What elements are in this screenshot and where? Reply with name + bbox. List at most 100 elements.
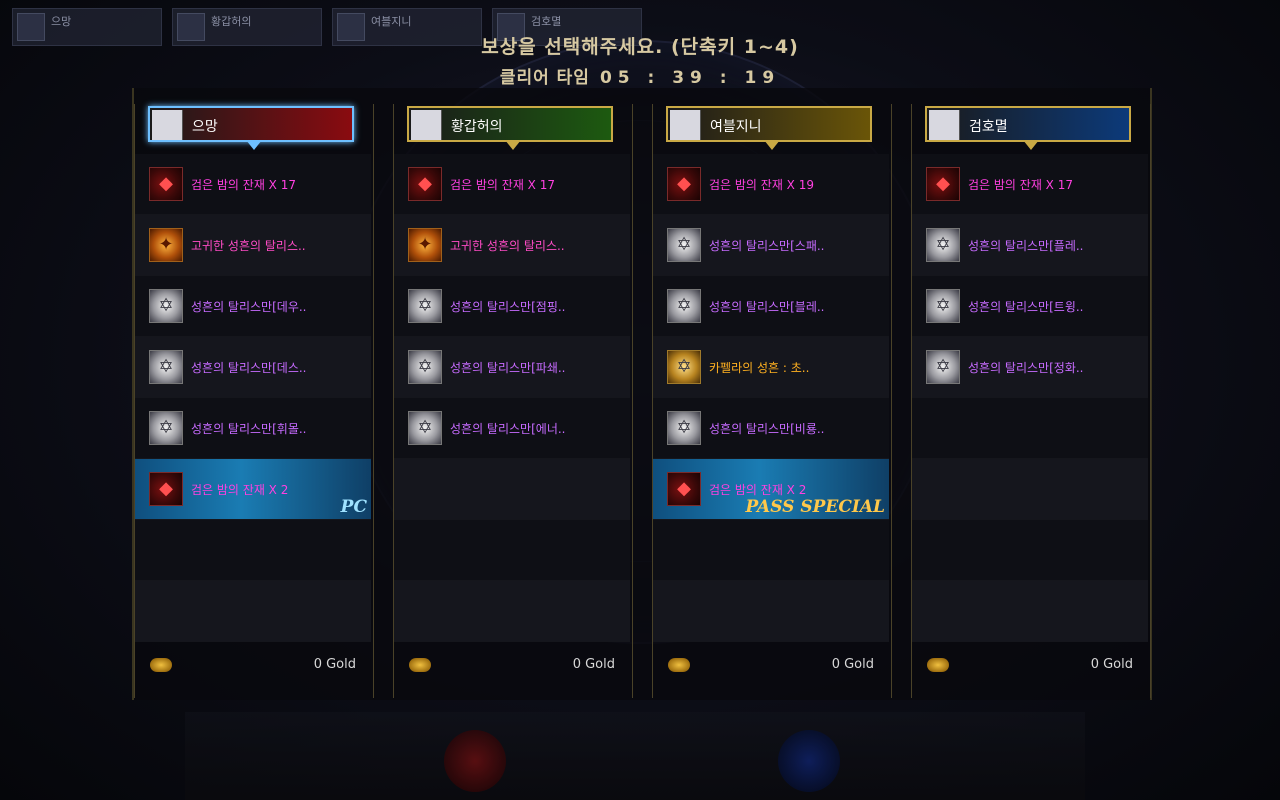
reward-item-name: 성흔의 탈리스만[플레.. bbox=[968, 239, 1084, 253]
ember-icon: ◆ bbox=[667, 167, 701, 201]
name-plate-pointer bbox=[246, 140, 262, 150]
reward-item-name: 성흔의 탈리스만[휘몰.. bbox=[191, 422, 307, 436]
avatar bbox=[152, 110, 183, 140]
star-gold-icon: ✡ bbox=[667, 350, 701, 384]
reward-row[interactable]: ✡ 성흔의 탈리스만[비룡.. bbox=[653, 398, 889, 459]
reward-row[interactable]: ✦ 고귀한 성흔의 탈리스.. bbox=[394, 215, 630, 276]
reward-item-name: 검은 밤의 잔재 X 19 bbox=[709, 178, 814, 192]
reward-item-name: 검은 밤의 잔재 X 17 bbox=[968, 178, 1073, 192]
hp-orb bbox=[444, 730, 506, 792]
reward-row[interactable]: ✡ 성흔의 탈리스만[에너.. bbox=[394, 398, 630, 459]
reward-item-name: 성흔의 탈리스만[트윙.. bbox=[968, 300, 1084, 314]
reward-row[interactable]: ✡ 성흔의 탈리스만[파쇄.. bbox=[394, 337, 630, 398]
clear-time-line: 클리어 타임 05 : 39 : 19 bbox=[0, 63, 1280, 88]
avatar bbox=[411, 110, 442, 140]
reward-item-name: 성흔의 탈리스만[데우.. bbox=[191, 300, 307, 314]
reward-row[interactable]: ◆ 검은 밤의 잔재 X 2 PASS SPECIAL bbox=[653, 459, 889, 520]
reward-row[interactable]: ◆ 검은 밤의 잔재 X 17 bbox=[912, 154, 1148, 215]
avatar bbox=[670, 110, 701, 140]
reward-item-name: 성흔의 탈리스만[스패.. bbox=[709, 239, 825, 253]
character-name: 으망 bbox=[192, 119, 218, 135]
ember-icon: ◆ bbox=[667, 472, 701, 506]
reward-item-name: 성흔의 탈리스만[정화.. bbox=[968, 361, 1084, 375]
ember-icon: ◆ bbox=[149, 472, 183, 506]
gold-reward: 0 Gold bbox=[668, 656, 874, 676]
empty-reward-row bbox=[394, 581, 630, 642]
empty-reward-row bbox=[912, 459, 1148, 520]
reward-list: ◆ 검은 밤의 잔재 X 17 ✦ 고귀한 성흔의 탈리스.. ✡ 성흔의 탈리스만[점핑… bbox=[394, 154, 630, 642]
reward-title: 보상을 선택해주세요. (단축키 1~4) bbox=[481, 36, 799, 58]
gold-reward: 0 Gold bbox=[150, 656, 356, 676]
star-silver-icon: ✡ bbox=[408, 350, 442, 384]
empty-reward-row bbox=[912, 581, 1148, 642]
avatar bbox=[929, 110, 960, 140]
character-name: 검호멸 bbox=[969, 119, 1008, 135]
bottom-hud bbox=[185, 712, 1085, 800]
reward-item-name: 검은 밤의 잔재 X 17 bbox=[450, 178, 555, 192]
character-name-plate[interactable]: 검호멸 bbox=[925, 106, 1131, 150]
character-name-plate[interactable]: 황갑허의 bbox=[407, 106, 613, 150]
reward-row[interactable]: ✡ 성흔의 탈리스만[플레.. bbox=[912, 215, 1148, 276]
reward-list: ◆ 검은 밤의 잔재 X 17 ✡ 성흔의 탈리스만[플레.. ✡ 성흔의 탈리스만[트윙… bbox=[912, 154, 1148, 642]
gold-coin-icon bbox=[409, 658, 431, 672]
star-silver-icon: ✡ bbox=[149, 411, 183, 445]
character-name-plate[interactable]: 여블지니 bbox=[666, 106, 872, 150]
star-silver-icon: ✡ bbox=[149, 289, 183, 323]
reward-item-name: 성흔의 탈리스만[비룡.. bbox=[709, 422, 825, 436]
reward-row[interactable]: ✡ 성흔의 탈리스만[점핑.. bbox=[394, 276, 630, 337]
pc-bonus-tag: PC bbox=[340, 497, 367, 517]
reward-column-2[interactable]: 황갑허의 ◆ 검은 밤의 잔재 X 17 ✦ 고귀한 성흔의 탈리스.. ✡ 성흔의 탈리스… bbox=[393, 104, 633, 698]
pass-special-tag: PASS SPECIAL bbox=[745, 497, 885, 517]
reward-item-name: 검은 밤의 잔재 X 17 bbox=[191, 178, 296, 192]
gold-coin-icon bbox=[668, 658, 690, 672]
empty-reward-row bbox=[653, 581, 889, 642]
gold-amount: 0 Gold bbox=[313, 657, 356, 672]
reward-row[interactable]: ✡ 성흔의 탈리스만[블레.. bbox=[653, 276, 889, 337]
talisman-gold-icon: ✦ bbox=[149, 228, 183, 262]
empty-reward-row bbox=[912, 398, 1148, 459]
reward-row[interactable]: ✡ 성흔의 탈리스만[트윙.. bbox=[912, 276, 1148, 337]
mp-orb bbox=[778, 730, 840, 792]
star-silver-icon: ✡ bbox=[408, 411, 442, 445]
character-name: 황갑허의 bbox=[451, 119, 503, 135]
star-silver-icon: ✡ bbox=[149, 350, 183, 384]
star-silver-icon: ✡ bbox=[667, 228, 701, 262]
reward-column-3[interactable]: 여블지니 ◆ 검은 밤의 잔재 X 19 ✡ 성흔의 탈리스만[스패.. ✡ 성흔의 탈리스… bbox=[652, 104, 892, 698]
reward-item-name: 성흔의 탈리스만[에너.. bbox=[450, 422, 566, 436]
gold-amount: 0 Gold bbox=[572, 657, 615, 672]
reward-row[interactable]: ◆ 검은 밤의 잔재 X 17 bbox=[135, 154, 371, 215]
reward-header: 보상을 선택해주세요. (단축키 1~4) 클리어 타임 05 : 39 : 19 bbox=[0, 32, 1280, 88]
clear-time-value: 05 : 39 : 19 bbox=[599, 68, 781, 88]
star-silver-icon: ✡ bbox=[926, 289, 960, 323]
reward-item-name: 카펠라의 성흔 : 초.. bbox=[709, 361, 810, 375]
party-member-name: 여블지니 bbox=[371, 15, 412, 28]
reward-row[interactable]: ◆ 검은 밤의 잔재 X 17 bbox=[394, 154, 630, 215]
reward-list: ◆ 검은 밤의 잔재 X 19 ✡ 성흔의 탈리스만[스패.. ✡ 성흔의 탈리스만[블레… bbox=[653, 154, 889, 642]
reward-item-name: 성흔의 탈리스만[점핑.. bbox=[450, 300, 566, 314]
empty-reward-row bbox=[912, 520, 1148, 581]
star-silver-icon: ✡ bbox=[667, 411, 701, 445]
empty-reward-row bbox=[394, 520, 630, 581]
reward-column-1[interactable]: 으망 ◆ 검은 밤의 잔재 X 17 ✦ 고귀한 성흔의 탈리스.. ✡ 성흔의 탈리스만[… bbox=[134, 104, 374, 698]
reward-item-name: 성흔의 탈리스만[파쇄.. bbox=[450, 361, 566, 375]
reward-row[interactable]: ✦ 고귀한 성흔의 탈리스.. bbox=[135, 215, 371, 276]
reward-row[interactable]: ◆ 검은 밤의 잔재 X 2 PC bbox=[135, 459, 371, 520]
gold-amount: 0 Gold bbox=[1090, 657, 1133, 672]
ember-icon: ◆ bbox=[408, 167, 442, 201]
empty-reward-row bbox=[394, 459, 630, 520]
reward-row[interactable]: ◆ 검은 밤의 잔재 X 19 bbox=[653, 154, 889, 215]
reward-item-name: 성흔의 탈리스만[데스.. bbox=[191, 361, 307, 375]
reward-row[interactable]: ✡ 성흔의 탈리스만[정화.. bbox=[912, 337, 1148, 398]
character-name-plate[interactable]: 으망 bbox=[148, 106, 354, 150]
reward-row[interactable]: ✡ 성흔의 탈리스만[휘몰.. bbox=[135, 398, 371, 459]
reward-row[interactable]: ✡ 성흔의 탈리스만[데우.. bbox=[135, 276, 371, 337]
reward-row[interactable]: ✡ 성흔의 탈리스만[데스.. bbox=[135, 337, 371, 398]
star-silver-icon: ✡ bbox=[667, 289, 701, 323]
reward-column-4[interactable]: 검호멸 ◆ 검은 밤의 잔재 X 17 ✡ 성흔의 탈리스만[플레.. ✡ 성흔의 탈리스만… bbox=[911, 104, 1151, 698]
party-member-name: 검호멸 bbox=[531, 15, 562, 28]
reward-row[interactable]: ✡ 성흔의 탈리스만[스패.. bbox=[653, 215, 889, 276]
reward-item-name: 검은 밤의 잔재 X 2 bbox=[191, 483, 289, 497]
star-silver-icon: ✡ bbox=[926, 350, 960, 384]
ember-icon: ◆ bbox=[926, 167, 960, 201]
reward-row[interactable]: ✡ 카펠라의 성흔 : 초.. bbox=[653, 337, 889, 398]
